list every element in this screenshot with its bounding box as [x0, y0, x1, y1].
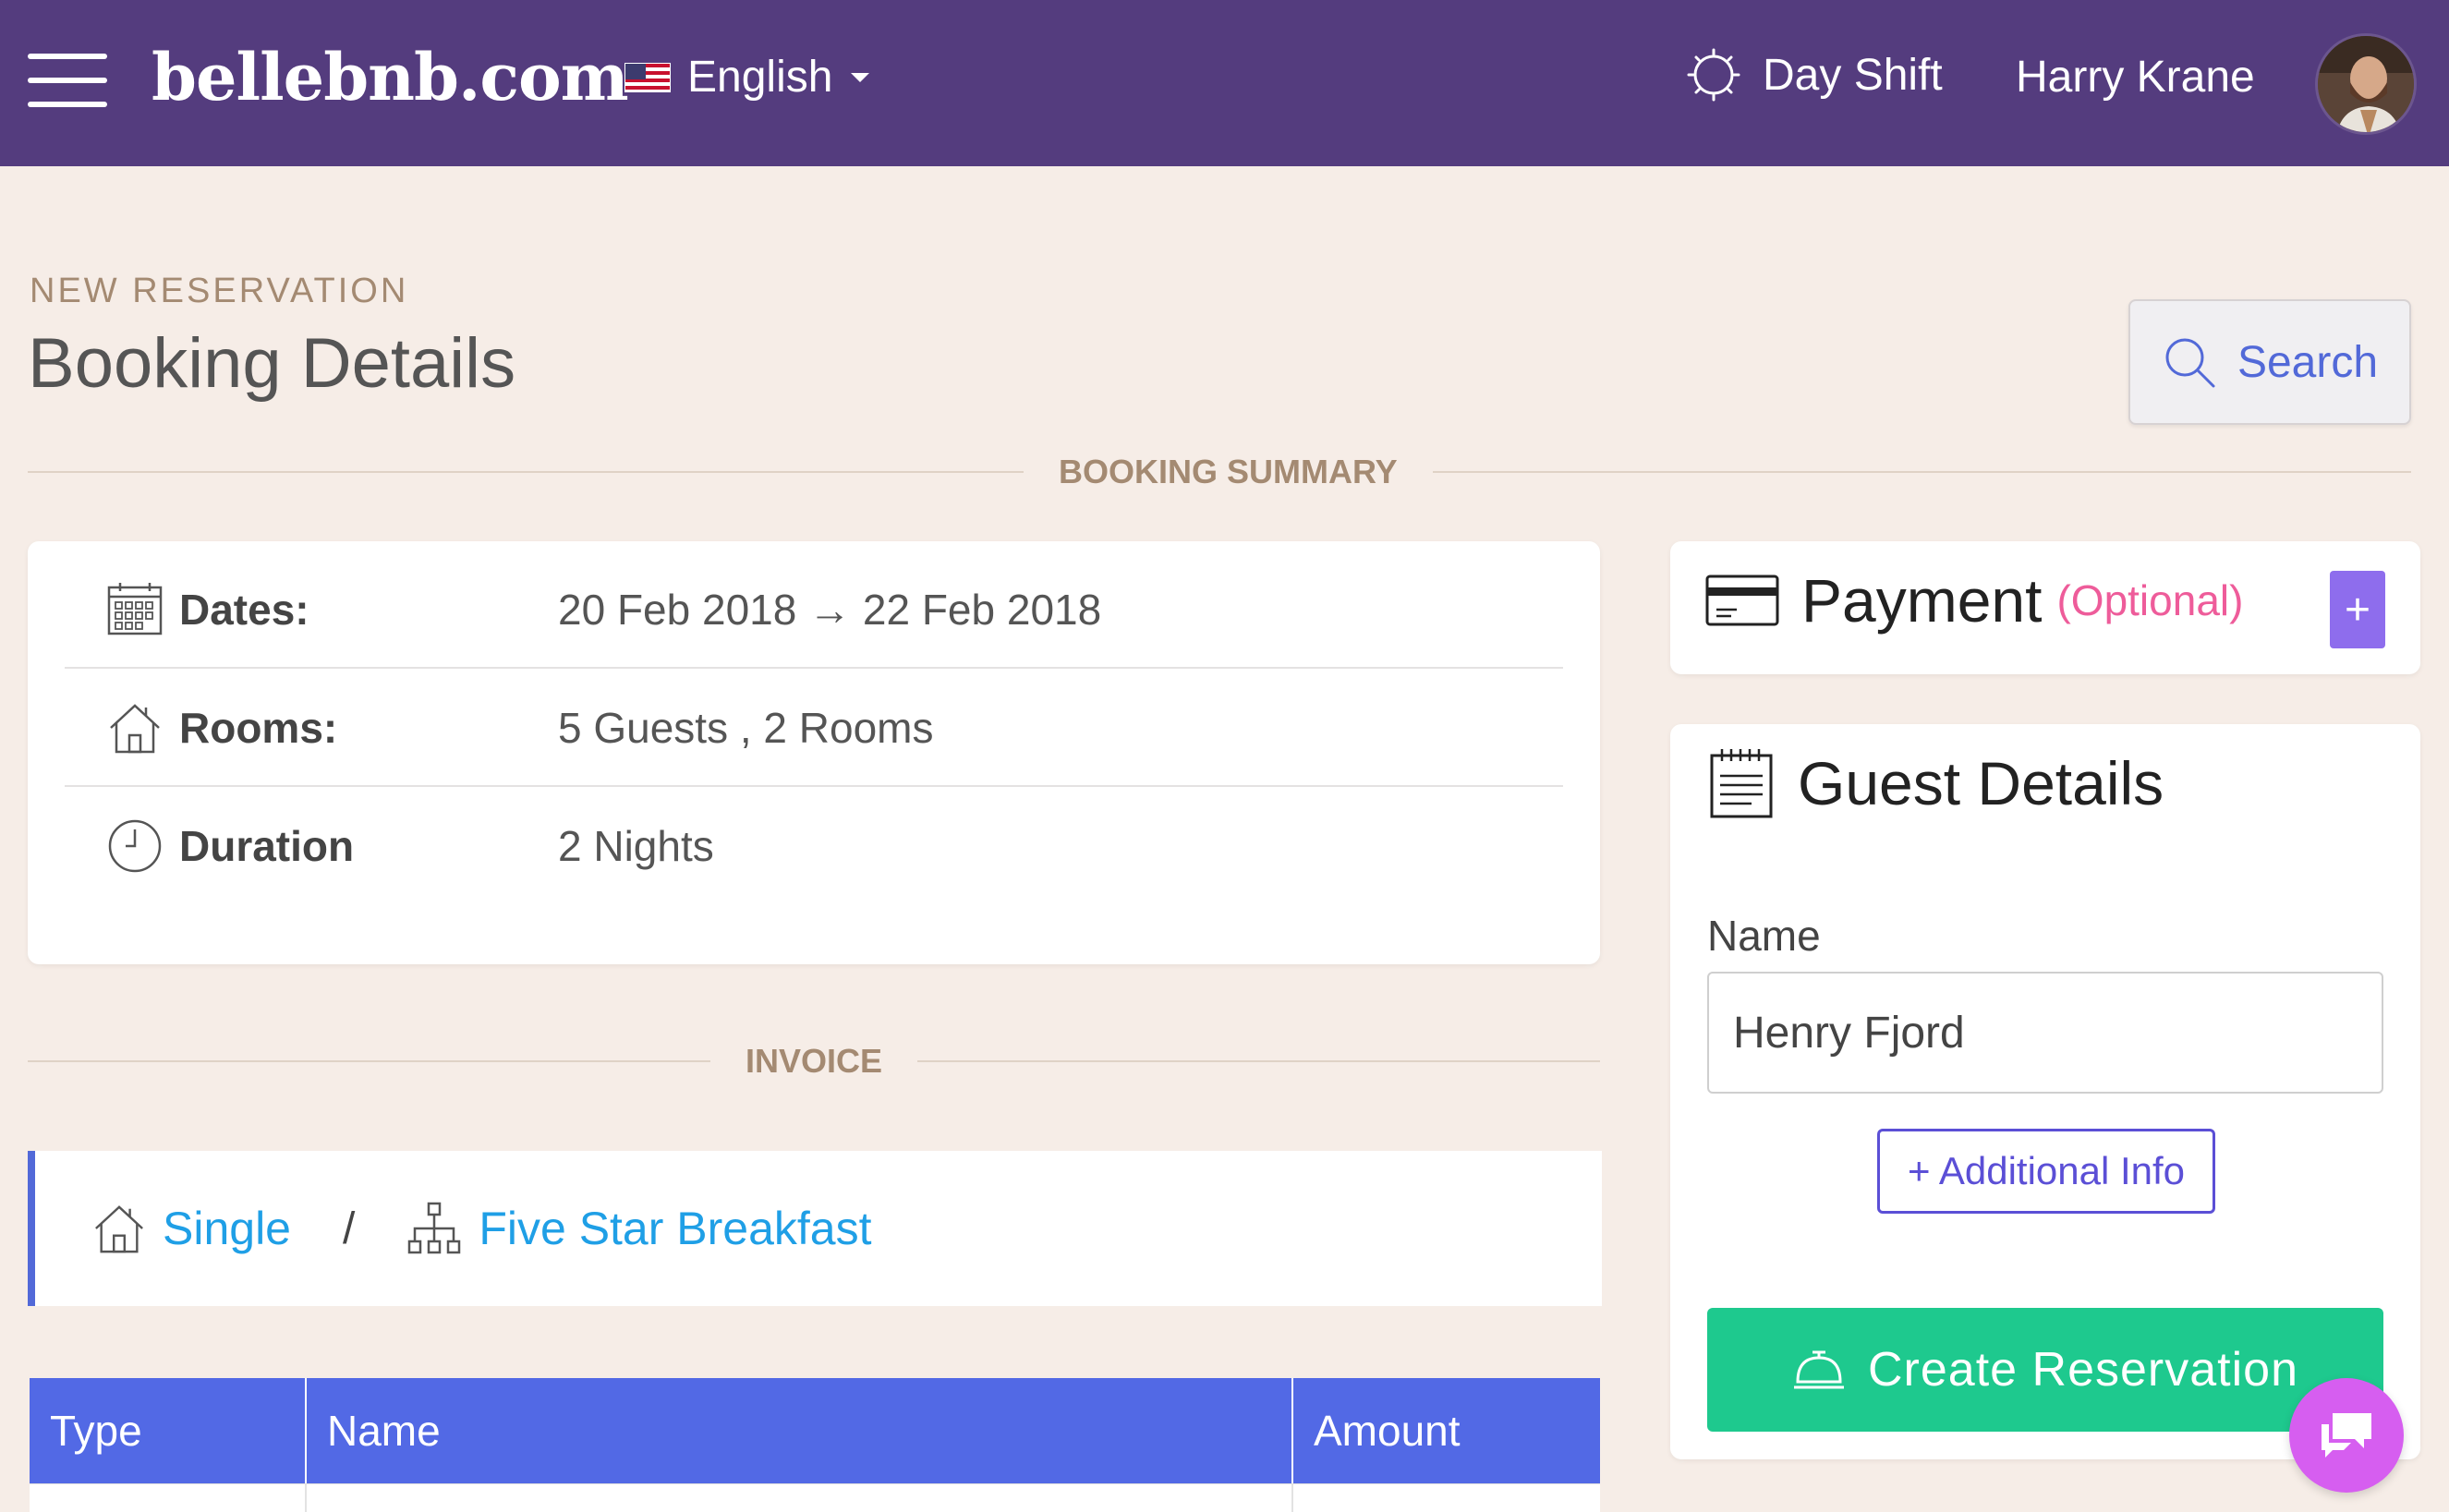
calendar-icon	[107, 582, 163, 637]
rooms-value: 5 Guests , 2 Rooms	[558, 704, 934, 752]
table-row	[30, 1483, 1600, 1512]
sun-icon	[1687, 48, 1740, 102]
room-type-label: Single	[163, 1203, 291, 1254]
service-bell-icon	[1794, 1350, 1844, 1389]
guest-details-title-row: Guest Details	[1709, 746, 2164, 820]
shift-indicator[interactable]: Day Shift	[1687, 48, 1943, 102]
sitemap-icon	[408, 1202, 461, 1254]
payment-optional: (Optional)	[2056, 576, 2244, 624]
create-reservation-button[interactable]: Create Reservation	[1707, 1308, 2383, 1432]
top-navbar: bellebnb.com English Day Shift Harry Kra…	[0, 0, 2449, 166]
column-type[interactable]: Type	[30, 1378, 307, 1483]
house-icon	[95, 1205, 143, 1253]
user-name[interactable]: Harry Krane	[2016, 52, 2255, 103]
dates-value: 20 Feb 2018 → 22 Feb 2018	[558, 586, 1102, 634]
search-button-label: Search	[2237, 337, 2379, 387]
chat-button[interactable]	[2289, 1378, 2404, 1493]
payment-title-row: Payment (Optional)	[1705, 565, 2243, 635]
rooms-label: Rooms:	[179, 704, 338, 752]
shift-label: Day Shift	[1763, 50, 1943, 100]
dates-label: Dates:	[179, 586, 309, 634]
package-label: Five Star Breakfast	[479, 1203, 872, 1254]
invoice-item-bar: Single / Five Star Breakfast	[28, 1151, 1602, 1306]
booking-summary-divider: BOOKING SUMMARY	[28, 453, 2411, 491]
page-eyebrow: NEW RESERVATION	[30, 272, 409, 310]
us-flag-icon	[624, 62, 671, 92]
clock-icon	[107, 818, 163, 874]
search-icon	[2165, 338, 2215, 388]
summary-row-duration: Duration 2 Nights	[65, 787, 1563, 905]
breadcrumb-separator: /	[343, 1204, 356, 1253]
invoice-heading: INVOICE	[745, 1042, 883, 1080]
house-icon	[107, 700, 163, 756]
duration-label: Duration	[179, 822, 355, 870]
column-name[interactable]: Name	[307, 1378, 1293, 1483]
summary-row-dates: Dates: 20 Feb 2018 → 22 Feb 2018	[65, 550, 1563, 669]
brand-logo[interactable]: bellebnb.com	[152, 39, 629, 115]
booking-summary-card: Dates: 20 Feb 2018 → 22 Feb 2018 Rooms: …	[28, 541, 1600, 964]
notepad-icon	[1710, 749, 1773, 818]
guest-details-title: Guest Details	[1798, 749, 2164, 817]
avatar[interactable]	[2315, 33, 2417, 135]
column-amount[interactable]: Amount	[1293, 1378, 1600, 1483]
page-title: Booking Details	[28, 324, 516, 403]
hamburger-menu-icon[interactable]	[28, 54, 107, 107]
booking-summary-heading: BOOKING SUMMARY	[1059, 453, 1398, 490]
summary-row-rooms: Rooms: 5 Guests , 2 Rooms	[65, 669, 1563, 787]
additional-info-button[interactable]: + Additional Info	[1877, 1129, 2215, 1214]
credit-card-icon	[1705, 575, 1779, 626]
invoice-table-header: Type Name Amount	[30, 1378, 1600, 1483]
chat-icon	[2322, 1413, 2371, 1458]
language-label: English	[687, 53, 833, 102]
guest-name-input[interactable]	[1707, 972, 2383, 1094]
chevron-down-icon	[851, 72, 870, 82]
duration-value: 2 Nights	[558, 822, 714, 870]
create-reservation-label: Create Reservation	[1868, 1343, 2298, 1397]
room-type-link[interactable]: Single	[92, 1202, 291, 1255]
search-button[interactable]: Search	[2128, 299, 2411, 425]
payment-title: Payment	[1801, 566, 2043, 635]
package-link[interactable]: Five Star Breakfast	[406, 1201, 872, 1256]
language-selector[interactable]: English	[624, 52, 870, 103]
invoice-divider: INVOICE	[28, 1042, 1600, 1081]
add-payment-button[interactable]: +	[2330, 571, 2385, 648]
payment-card: Payment (Optional)	[1670, 541, 2420, 674]
name-label: Name	[1707, 912, 1821, 960]
